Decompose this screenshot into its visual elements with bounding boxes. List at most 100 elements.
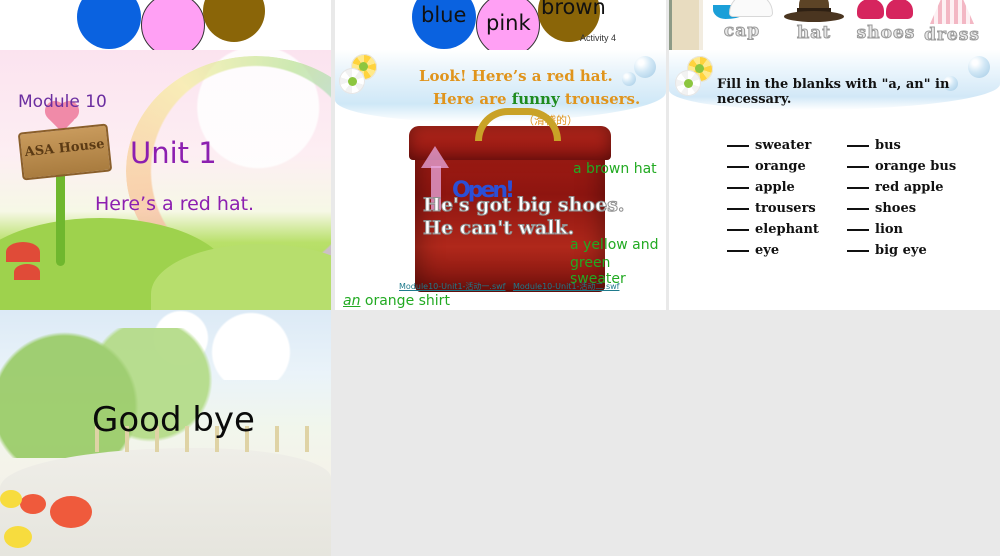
vocab-cap: cap [707,0,777,42]
hat-icon [784,0,844,23]
slide-fill-blanks[interactable]: Fill in the blanks with "a, an" in neces… [669,50,1000,310]
blank-word: shoes [875,201,917,216]
poppy-flower-large [50,496,92,528]
vocab-cap-label: cap [723,21,761,42]
blank-line [847,250,869,252]
poppy-flower-small [20,494,46,514]
bubble-large-icon [968,56,990,78]
blank-item: elephant [727,222,847,237]
blank-items-grid: sweater bus orange orange bus apple red … [727,138,977,258]
yellow-flower-1 [4,526,32,548]
slide-colours-labelled[interactable]: blue pink brown Activity 4 [335,0,666,50]
blank-item: red apple [847,180,977,195]
blank-line [847,166,869,168]
blank-line [727,145,749,147]
vocab-dress: dress [917,0,987,46]
sentence-line-2-a: Here are [433,90,512,108]
yellow-flower-2 [0,490,22,508]
swf-link-activity-2[interactable]: Module10-Unit1-活动二.swf [513,281,620,292]
bubble-small-icon [622,72,636,86]
blank-item: eye [727,243,847,258]
blank-word: orange bus [875,159,957,174]
blank-line [727,208,749,210]
blank-word: orange [755,159,806,174]
slide-goodbye[interactable]: Good bye [0,310,331,556]
unit-label: Unit 1 [130,136,217,170]
blank-line [847,208,869,210]
blank-item: sweater [727,138,847,153]
callout-orange-shirt: an orange shirt [343,293,450,309]
blank-item: orange bus [847,159,977,174]
blank-item: big eye [847,243,977,258]
slide-canvas: ASA House Module 10 Unit 1 Here’s a red … [0,50,331,310]
slide-vocabulary-clothes[interactable]: cap hat shoes dress [669,0,1000,50]
blank-line [847,187,869,189]
sentence-line-1: Look! Here’s a red hat. [419,67,613,85]
blank-word: apple [755,180,795,195]
daisy-flower-icon [339,54,383,94]
goodbye-text: Good bye [92,400,255,440]
blank-word: sweater [755,138,812,153]
slide-thumbnail-grid: blue pink brown Activity 4 cap hat shoes [0,0,1000,556]
blank-line [727,166,749,168]
vocab-shoes: shoes [851,0,921,44]
blank-line [727,229,749,231]
vocab-dress-label: dress [924,25,980,46]
dress-icon [924,0,980,25]
slide-title[interactable]: ASA House Module 10 Unit 1 Here’s a red … [0,50,331,310]
blank-item: orange [727,159,847,174]
blank-item: trousers [727,201,847,216]
blank-item: apple [727,180,847,195]
bubble-large-icon [634,56,656,78]
vocab-hat: hat [779,0,849,44]
blank-item: bus [847,138,977,153]
cap-icon [713,0,773,21]
slide-subtitle: Here’s a red hat. [95,193,255,215]
blank-word: elephant [755,222,819,237]
exercise-instruction: Fill in the blanks with "a, an" in neces… [717,77,950,107]
blank-line [727,250,749,252]
shoes-icon [856,0,916,23]
callout-article: an [343,293,361,309]
blank-word: bus [875,138,901,153]
overlay-text-1: He's got big shoes. [423,194,626,217]
daisy-flower-icon [675,56,719,96]
blank-word: lion [875,222,903,237]
blank-word: eye [755,243,780,258]
slide-canvas: blue pink brown Activity 4 [335,0,666,50]
mushroom-small [14,264,40,280]
slide-canvas [0,0,331,50]
activity-label: Activity 4 [580,33,617,43]
blank-word: big eye [875,243,927,258]
brown-circle [203,0,265,42]
pink-circle [141,0,205,50]
sentence-line-2-highlight: funny [511,90,560,108]
blank-word: red apple [875,180,944,195]
overlay-text-2: He can't walk. [422,217,575,240]
callout-sweater-line-1: a yellow and [570,237,659,253]
blank-line [727,187,749,189]
blank-item: lion [847,222,977,237]
callout-brown-hat: a brown hat [573,161,657,177]
garden-path [0,448,331,556]
blue-circle [77,0,141,49]
blank-line [847,229,869,231]
sentence-line-2: Here are funny trousers. [433,90,640,108]
slide-look-here[interactable]: Look! Here’s a red hat. Here are funny t… [335,50,666,310]
slide-canvas: Good bye [0,310,331,556]
blank-word: trousers [755,201,816,216]
swf-link-activity-1[interactable]: Module10-Unit1-活动一.swf [399,281,506,292]
mushroom-large [6,242,40,262]
vocab-hat-label: hat [796,23,832,44]
sentence-line-2-c: trousers. [559,90,641,108]
blue-circle-label: blue [421,3,467,27]
brown-circle-label: brown [541,0,606,19]
slide-colours-plain[interactable] [0,0,331,50]
arrow-up-icon [421,146,449,168]
blank-item: shoes [847,201,977,216]
book-page-edge [669,0,703,50]
vocab-shoes-label: shoes [856,23,916,44]
blank-line [847,145,869,147]
signpost-text: ASA House [24,136,106,161]
module-label: Module 10 [18,92,107,112]
